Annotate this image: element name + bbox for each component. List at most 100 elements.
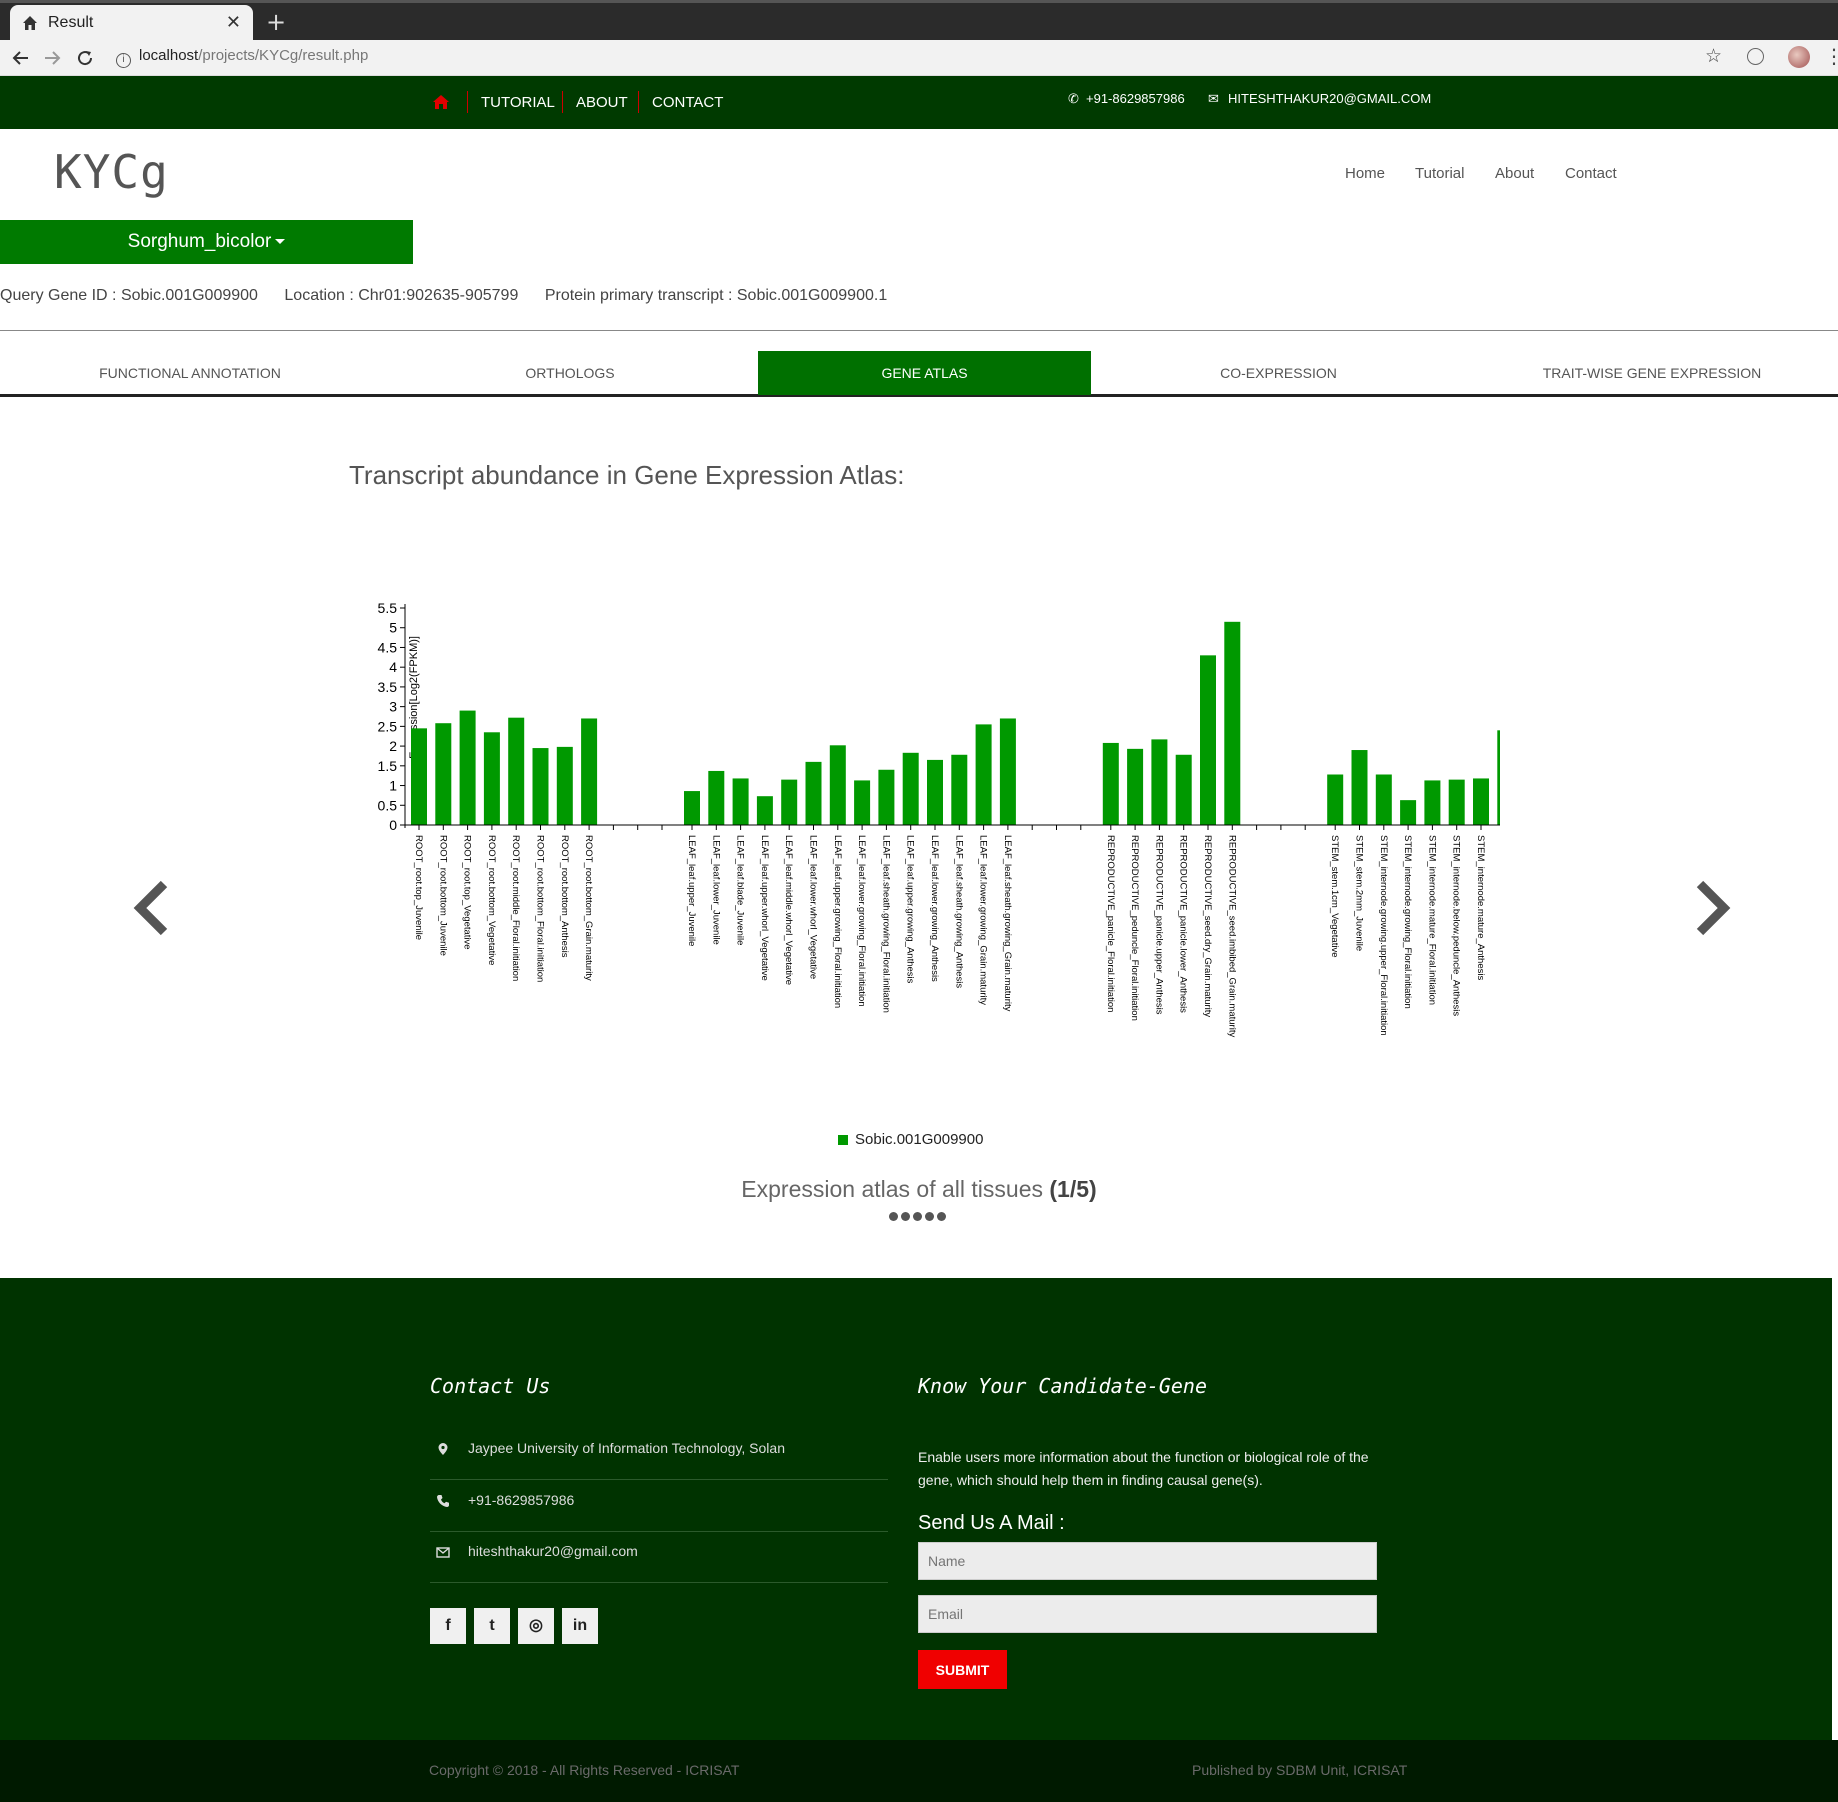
footer-phone: +91-8629857986 <box>430 1480 888 1532</box>
bar <box>1200 655 1216 825</box>
phone-icon <box>437 1495 449 1507</box>
copyright-bar: Copyright © 2018 - All Rights Reserved -… <box>0 1740 1838 1802</box>
dribbble-icon[interactable]: ◎ <box>518 1608 554 1644</box>
bar <box>508 717 525 825</box>
x-tick-label: REPRODUCTIVE_panicle.lower_Anthesis <box>1178 835 1189 1013</box>
site-logo[interactable]: KYCg <box>54 145 169 199</box>
bar <box>459 710 476 825</box>
browser-tab[interactable]: Result ✕ <box>10 5 253 40</box>
bar <box>581 718 598 825</box>
x-tick-label: LEAF_leaf.upper.whorl_Vegetative <box>759 835 770 981</box>
bar <box>708 770 725 825</box>
footer-email-text[interactable]: hiteshthakur20@gmail.com <box>468 1543 638 1559</box>
legend-swatch <box>838 1134 848 1145</box>
map-pin-icon <box>438 1443 448 1455</box>
bookmark-star-icon[interactable]: ☆ <box>1705 45 1722 67</box>
carousel-dot[interactable] <box>889 1212 898 1221</box>
x-tick-label: ROOT_root.top_Juvenile <box>413 835 424 940</box>
forward-arrow-icon[interactable] <box>43 49 61 67</box>
x-tick-label: REPRODUCTIVE_panicle.upper_Anthesis <box>1153 835 1164 1015</box>
new-tab-button[interactable]: + <box>266 8 286 36</box>
divider <box>562 91 563 113</box>
bar <box>1102 742 1119 825</box>
topbar-link-tutorial[interactable]: TUTORIAL <box>481 94 555 111</box>
carousel-next-arrow-icon[interactable] <box>1690 878 1734 938</box>
bar <box>435 723 452 825</box>
x-tick-label: LEAF_leaf.upper.growing_Floral.initiatio… <box>832 835 843 1008</box>
x-tick-label: REPRODUCTIVE_panicle_Floral.initiation <box>1105 835 1116 1012</box>
x-tick-label: REPRODUCTIVE_peduncle_Floral.initiation <box>1129 835 1140 1021</box>
globe-icon[interactable] <box>1747 48 1764 65</box>
published-text: Published by SDBM Unit, ICRISAT <box>1192 1762 1408 1778</box>
bar <box>805 761 822 825</box>
bar <box>951 754 968 825</box>
tab-orthologs[interactable]: ORTHOLOGS <box>380 351 760 395</box>
linkedin-icon[interactable]: in <box>562 1608 598 1644</box>
carousel-prev-arrow-icon[interactable] <box>130 878 174 938</box>
top-contact-bar: TUTORIAL ABOUT CONTACT ✆ +91-8629857986 … <box>0 76 1838 129</box>
x-tick-label: LEAF_leaf.sheath.growing_Floral.initiati… <box>880 835 891 1013</box>
browser-toolbar: i localhost/projects/KYCg/result.php ☆ ⋮ <box>0 40 1838 76</box>
species-dropdown[interactable]: Sorghum_bicolor <box>0 220 413 264</box>
carousel-dot[interactable] <box>913 1212 922 1221</box>
home-icon[interactable] <box>432 94 450 110</box>
x-tick-label: ROOT_root.bottom_Vegetative <box>486 835 497 965</box>
nav-tutorial[interactable]: Tutorial <box>1415 165 1464 182</box>
back-arrow-icon[interactable] <box>12 49 30 67</box>
x-tick-label: ROOT_root.top_Vegetative <box>462 835 473 950</box>
email-input[interactable] <box>918 1595 1377 1633</box>
menu-kebab-icon[interactable]: ⋮ <box>1824 44 1838 68</box>
info-icon[interactable]: i <box>116 53 131 68</box>
divider <box>0 330 1838 331</box>
nav-about[interactable]: About <box>1495 165 1534 182</box>
close-tab-icon[interactable]: ✕ <box>226 12 241 33</box>
facebook-icon[interactable]: f <box>430 1608 466 1644</box>
url-host: localhost <box>139 47 199 64</box>
y-tick-label: 4 <box>389 659 397 675</box>
footer-contact-heading: Contact Us <box>430 1374 551 1398</box>
x-tick-label: ROOT_root.bottom_Grain.maturity <box>583 835 594 981</box>
x-tick-label: LEAF_leaf.sheath.growing_Grain.maturity <box>1002 835 1013 1012</box>
carousel-dot[interactable] <box>937 1212 946 1221</box>
topbar-email[interactable]: HITESHTHAKUR20@GMAIL.COM <box>1228 91 1431 106</box>
footer-email: hiteshthakur20@gmail.com <box>430 1531 888 1583</box>
twitter-icon[interactable]: t <box>474 1608 510 1644</box>
tab-title: Result <box>48 13 94 31</box>
carousel-dot[interactable] <box>925 1212 934 1221</box>
carousel-dot[interactable] <box>901 1212 910 1221</box>
query-location: Location : Chr01:902635-905799 <box>284 287 519 304</box>
topbar-link-contact[interactable]: CONTACT <box>652 94 723 111</box>
bar <box>1375 774 1392 825</box>
x-tick-label: STEM_internode.mature_Anthesis <box>1475 835 1486 980</box>
x-tick-label: LEAF_leaf.lower_Juvenile <box>710 835 721 945</box>
submit-button[interactable]: SUBMIT <box>918 1650 1007 1689</box>
footer-phone-text: +91-8629857986 <box>468 1492 575 1508</box>
legend-label: Sobic.001G009900 <box>855 1131 984 1148</box>
y-tick-label: 3.5 <box>378 679 398 695</box>
name-input[interactable] <box>918 1542 1377 1580</box>
address-bar[interactable]: i localhost/projects/KYCg/result.php <box>116 47 368 68</box>
footer-description: Enable users more information about the … <box>918 1449 1369 1488</box>
x-tick-label: LEAF_leaf.middle.whorl_Vegetative <box>783 835 794 985</box>
y-tick-label: 0.5 <box>378 797 398 813</box>
send-mail-heading: Send Us A Mail : <box>918 1512 1065 1534</box>
bar <box>1224 621 1241 825</box>
x-tick-label: LEAF_leaf.sheath.growing_Anthesis <box>953 835 964 988</box>
bar <box>556 746 573 825</box>
browser-tabstrip: Result ✕ + <box>0 0 1838 40</box>
footer-address-text: Jaypee University of Information Technol… <box>468 1440 785 1456</box>
nav-contact[interactable]: Contact <box>1565 165 1617 182</box>
caption-text: Expression atlas of all tissues <box>741 1176 1043 1202</box>
topbar-link-about[interactable]: ABOUT <box>576 94 628 111</box>
bar <box>975 724 992 825</box>
tab-gene-atlas[interactable]: GENE ATLAS <box>758 351 1091 395</box>
caret-down-icon <box>275 239 286 245</box>
mail-icon: ✉ <box>1208 91 1219 106</box>
tab-trait-wise-gene-expression[interactable]: TRAIT-WISE GENE EXPRESSION <box>1466 351 1838 395</box>
tab-co-expression[interactable]: CO-EXPRESSION <box>1091 351 1466 395</box>
profile-avatar[interactable] <box>1788 46 1810 68</box>
tab-functional-annotation[interactable]: FUNCTIONAL ANNOTATION <box>0 351 380 395</box>
reload-icon[interactable] <box>76 49 94 67</box>
nav-home[interactable]: Home <box>1345 165 1385 182</box>
result-tabs: FUNCTIONAL ANNOTATION ORTHOLOGS GENE ATL… <box>0 351 1838 397</box>
